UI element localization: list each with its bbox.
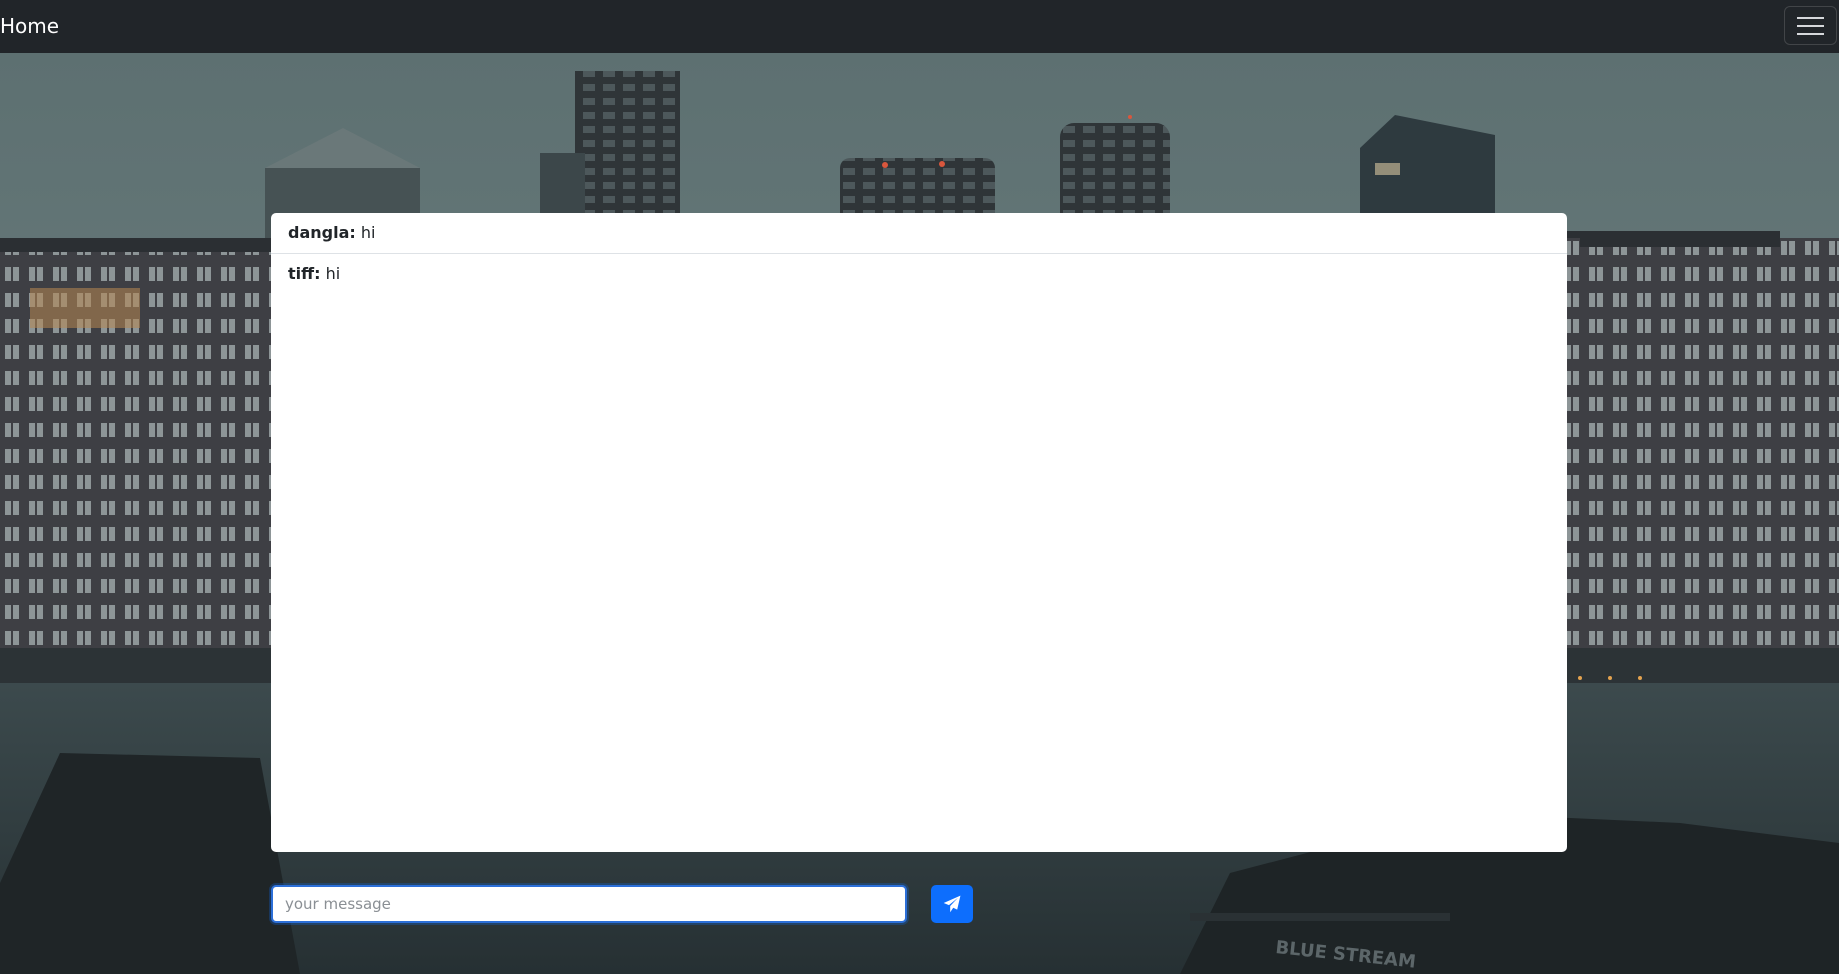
send-button[interactable] xyxy=(931,885,973,923)
chat-message: dangla: hi xyxy=(271,213,1567,254)
chat-messages-panel[interactable]: dangla: hi tiff: hi xyxy=(271,213,1567,852)
message-input[interactable] xyxy=(271,885,907,923)
navbar: Home xyxy=(0,0,1839,53)
page: Home BLUE STREAM dangla: hi tiff: hi you… xyxy=(0,0,1839,974)
chat-message-user: dangla: xyxy=(288,223,356,242)
chat-message: tiff: hi xyxy=(271,254,1567,295)
chat-message-text: hi xyxy=(360,223,376,242)
navbar-brand-home[interactable]: Home xyxy=(0,13,59,39)
chat-message-user: tiff: xyxy=(288,264,321,283)
paper-plane-icon xyxy=(943,895,961,913)
hamburger-menu-icon xyxy=(1797,17,1824,35)
navbar-toggler-button[interactable] xyxy=(1784,6,1837,45)
chat-message-text: hi xyxy=(325,264,341,283)
